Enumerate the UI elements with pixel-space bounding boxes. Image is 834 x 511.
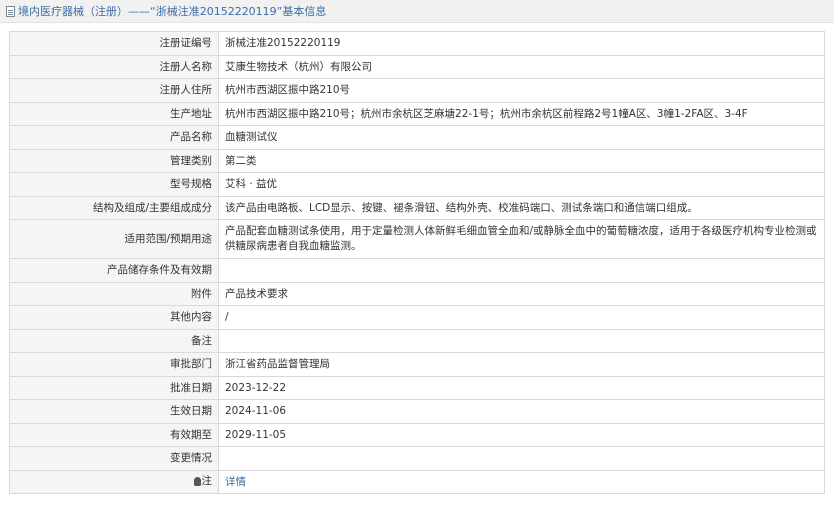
table-row: 注册证编号 浙械注准20152220119 bbox=[9, 31, 825, 56]
table-row: 型号规格 艾科 · 益优 bbox=[9, 172, 825, 197]
note-value-cell: 详情 bbox=[218, 469, 825, 494]
row-value: 浙江省药品监督管理局 bbox=[218, 352, 825, 377]
table-row: 生产地址 杭州市西湖区振中路210号；杭州市余杭区芝麻塘22-1号；杭州市余杭区… bbox=[9, 101, 825, 126]
page-header: 境内医疗器械（注册）——“浙械注准20152220119”基本信息 bbox=[0, 0, 834, 23]
row-value: 浙械注准20152220119 bbox=[218, 31, 825, 56]
row-label: 产品储存条件及有效期 bbox=[9, 258, 219, 283]
row-value bbox=[218, 328, 825, 353]
row-value: 杭州市西湖区振中路210号 bbox=[218, 78, 825, 103]
note-label-wrap: 注 bbox=[193, 474, 213, 488]
details-link[interactable]: 详情 bbox=[225, 476, 246, 488]
row-value: 血糖测试仪 bbox=[218, 125, 825, 150]
row-label: 生产地址 bbox=[9, 101, 219, 126]
row-value: 产品配套血糖测试条使用，用于定量检测人体新鲜毛细血管全血和/或静脉全血中的葡萄糖… bbox=[218, 219, 825, 259]
row-value: 产品技术要求 bbox=[218, 281, 825, 306]
table-row: 其他内容 / bbox=[9, 305, 825, 330]
row-label: 变更情况 bbox=[9, 446, 219, 471]
row-label: 生效日期 bbox=[9, 399, 219, 424]
row-label: 附件 bbox=[9, 281, 219, 306]
row-label: 其他内容 bbox=[9, 305, 219, 330]
table-row: 结构及组成/主要组成成分 该产品由电路板、LCD显示、按键、褪条滑钮、结构外壳、… bbox=[9, 195, 825, 220]
page-title: 境内医疗器械（注册）——“浙械注准20152220119”基本信息 bbox=[18, 5, 327, 18]
row-label: 产品名称 bbox=[9, 125, 219, 150]
row-value: 2029-11-05 bbox=[218, 422, 825, 447]
row-value bbox=[218, 446, 825, 471]
row-label: 管理类别 bbox=[9, 148, 219, 173]
lightbulb-icon bbox=[193, 476, 201, 486]
row-label: 注册人住所 bbox=[9, 78, 219, 103]
table-row: 备注 bbox=[9, 328, 825, 353]
info-table: 注册证编号 浙械注准20152220119 注册人名称 艾康生物技术（杭州）有限… bbox=[9, 31, 825, 494]
table-row: 变更情况 bbox=[9, 446, 825, 471]
table-row: 注册人住所 杭州市西湖区振中路210号 bbox=[9, 78, 825, 103]
table-row: 生效日期 2024-11-06 bbox=[9, 399, 825, 424]
row-value: 艾科 · 益优 bbox=[218, 172, 825, 197]
row-label: 结构及组成/主要组成成分 bbox=[9, 195, 219, 220]
row-value: 该产品由电路板、LCD显示、按键、褪条滑钮、结构外壳、校准码端口、测试条端口和通… bbox=[218, 195, 825, 220]
table-row: 产品名称 血糖测试仪 bbox=[9, 125, 825, 150]
note-label-cell: 注 bbox=[9, 469, 219, 494]
row-label: 有效期至 bbox=[9, 422, 219, 447]
row-label: 注册证编号 bbox=[9, 31, 219, 56]
table-row: 产品储存条件及有效期 bbox=[9, 258, 825, 283]
table-row: 适用范围/预期用途 产品配套血糖测试条使用，用于定量检测人体新鲜毛细血管全血和/… bbox=[9, 219, 825, 259]
table-row: 附件 产品技术要求 bbox=[9, 281, 825, 306]
table-row: 批准日期 2023-12-22 bbox=[9, 375, 825, 400]
row-label: 型号规格 bbox=[9, 172, 219, 197]
table-row: 审批部门 浙江省药品监督管理局 bbox=[9, 352, 825, 377]
row-label: 审批部门 bbox=[9, 352, 219, 377]
row-value: 杭州市西湖区振中路210号；杭州市余杭区芝麻塘22-1号；杭州市余杭区前程路2号… bbox=[218, 101, 825, 126]
table-row: 管理类别 第二类 bbox=[9, 148, 825, 173]
note-row: 注 详情 bbox=[9, 469, 825, 494]
note-label: 注 bbox=[201, 475, 213, 487]
document-icon bbox=[6, 5, 15, 17]
row-label: 批准日期 bbox=[9, 375, 219, 400]
row-value: 2024-11-06 bbox=[218, 399, 825, 424]
row-value: 2023-12-22 bbox=[218, 375, 825, 400]
row-label: 注册人名称 bbox=[9, 54, 219, 79]
row-value bbox=[218, 258, 825, 283]
row-label: 适用范围/预期用途 bbox=[9, 219, 219, 259]
table-row: 注册人名称 艾康生物技术（杭州）有限公司 bbox=[9, 54, 825, 79]
row-value: 艾康生物技术（杭州）有限公司 bbox=[218, 54, 825, 79]
row-value: 第二类 bbox=[218, 148, 825, 173]
row-value: / bbox=[218, 305, 825, 330]
table-row: 有效期至 2029-11-05 bbox=[9, 422, 825, 447]
row-label: 备注 bbox=[9, 328, 219, 353]
